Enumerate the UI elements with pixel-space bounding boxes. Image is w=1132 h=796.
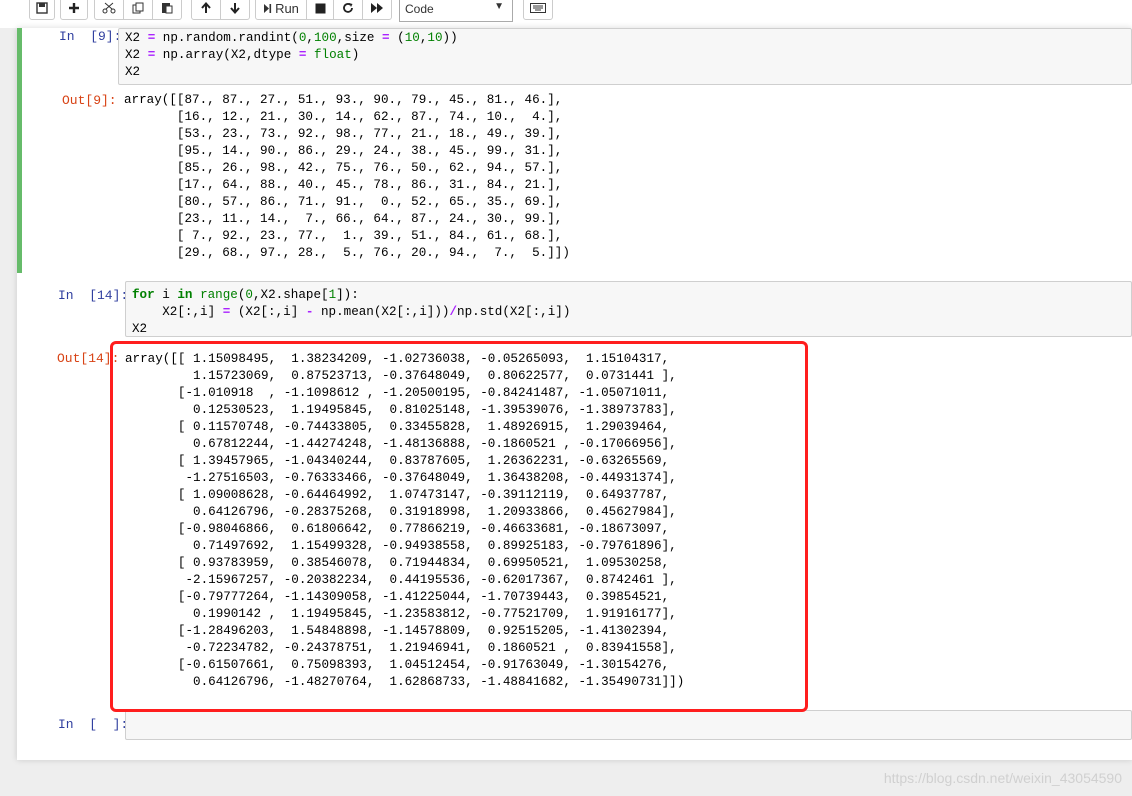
code-source-14: for i in range(0,X2.shape[1]): X2[:,i] =… [132, 288, 571, 336]
cut-icon[interactable] [94, 0, 124, 20]
save-icon[interactable] [29, 0, 55, 20]
step-forward-icon [264, 3, 272, 13]
insert-cell-icon[interactable] [60, 0, 88, 20]
code-editor-14[interactable]: for i in range(0,X2.shape[1]): X2[:,i] =… [125, 281, 1132, 337]
arrow-up-icon[interactable] [191, 0, 221, 20]
run-label: Run [275, 0, 299, 16]
cell-type-value: Code [405, 2, 434, 16]
watermark: https://blog.csdn.net/weixin_43054590 [883, 770, 1122, 786]
output-prompt-9: Out[9]: [62, 93, 117, 108]
restart-icon[interactable] [333, 0, 363, 20]
code-cell-9[interactable]: In [9]: X2 = np.random.randint(0,100,siz… [17, 28, 1132, 273]
input-prompt-14: In [14]: [58, 288, 129, 303]
output-9: array([[87., 87., 27., 51., 93., 90., 79… [124, 93, 570, 260]
arrow-down-icon[interactable] [220, 0, 250, 20]
cell-type-select[interactable]: Code ▼ [399, 0, 513, 22]
highlight-box [110, 341, 808, 712]
input-prompt-empty: In [ ]: [58, 717, 129, 732]
code-editor-9[interactable]: X2 = np.random.randint(0,100,size = (10,… [118, 28, 1132, 85]
keyboard-icon[interactable] [523, 0, 553, 20]
input-prompt-9: In [9]: [59, 29, 122, 44]
code-cell-empty[interactable]: In [ ]: [17, 710, 1132, 742]
copy-icon[interactable] [123, 0, 153, 20]
code-editor-empty[interactable] [125, 710, 1132, 740]
paste-icon[interactable] [152, 0, 182, 20]
notebook-toolbar: Run Code ▼ [0, 0, 1132, 28]
chevron-down-icon: ▼ [494, 1, 504, 12]
code-source-9: X2 = np.random.randint(0,100,size = (10,… [125, 31, 458, 79]
run-button[interactable]: Run [255, 0, 307, 20]
fast-forward-icon[interactable] [362, 0, 392, 20]
stop-icon[interactable] [306, 0, 334, 20]
